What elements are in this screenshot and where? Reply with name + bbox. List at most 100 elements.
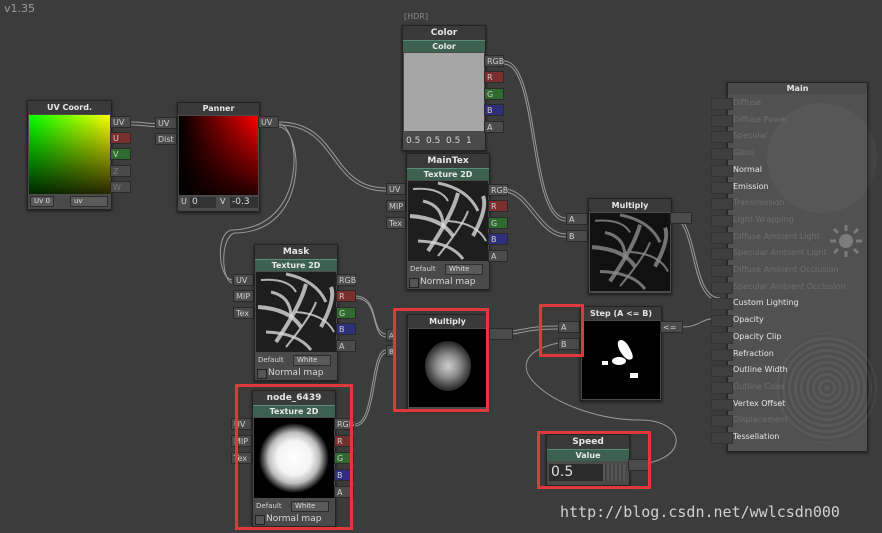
input-socket[interactable] (711, 381, 733, 394)
input-socket[interactable] (711, 432, 733, 444)
main-input-vertex-offset[interactable]: Vertex Offset (711, 397, 785, 411)
color-output-a[interactable]: A (484, 121, 504, 133)
main-input-specular-ambient-light[interactable]: Specular Ambient Light (711, 246, 827, 261)
color-r-value[interactable]: 0.5 (406, 136, 420, 146)
color-output-rgb[interactable]: RGB (484, 55, 504, 67)
main-input-transmission[interactable]: Transmission (711, 196, 785, 211)
color-a-value[interactable]: 1 (466, 136, 472, 146)
input-socket[interactable] (711, 331, 733, 344)
input-socket[interactable] (711, 198, 733, 211)
main-input-label: Diffuse (733, 98, 762, 107)
multiply-top-node[interactable]: Multiply (588, 198, 672, 294)
mask-node[interactable]: Mask Texture 2D Default White Normal map (254, 244, 338, 381)
uv-output-v[interactable]: V (110, 148, 131, 160)
input-socket[interactable] (711, 231, 733, 244)
panner-output-uv[interactable]: UV (258, 116, 279, 128)
mask-output-a[interactable]: A (336, 340, 356, 352)
maintex-input-mip[interactable]: MIP (386, 200, 406, 212)
main-input-diffuse-ambient-light[interactable]: Diffuse Ambient Light (711, 230, 820, 244)
color-output-g[interactable]: G (484, 88, 504, 100)
mask-output-b[interactable]: B (336, 323, 356, 335)
maintex-output-b[interactable]: B (488, 233, 508, 245)
main-input-diffuse-power[interactable]: Diffuse Power (711, 113, 788, 127)
main-input-custom-lighting[interactable]: Custom Lighting (711, 296, 799, 311)
uv-coord-node[interactable]: UV Coord. Uv 0 uv (27, 100, 112, 210)
input-socket[interactable] (711, 348, 733, 361)
uv-channel-dropdown[interactable]: Uv 0 (30, 196, 54, 207)
node-canvas[interactable]: v1.35 [HDR] UV Coord. Uv 0 uv UV U V Z W… (0, 0, 882, 533)
maintex-node[interactable]: MainTex Texture 2D Default White Normal … (406, 153, 490, 290)
mask-output-g[interactable]: G (336, 307, 356, 319)
step-node[interactable]: Step (A <= B) (580, 306, 662, 401)
main-input-tessellation[interactable]: Tessellation (711, 430, 779, 444)
main-input-gloss[interactable]: Gloss (711, 146, 755, 161)
input-socket[interactable] (711, 98, 733, 110)
multiply-top-input-b[interactable]: B (566, 230, 588, 242)
uv-output-z[interactable]: Z (110, 165, 131, 177)
uv-output-uv[interactable]: UV (110, 116, 131, 128)
mask-input-tex[interactable]: Tex (233, 307, 254, 319)
maintex-input-tex[interactable]: Tex (386, 217, 406, 229)
panner-u-field[interactable]: 0 (190, 197, 216, 208)
maintex-output-r[interactable]: R (488, 200, 508, 212)
color-swatch[interactable] (404, 53, 484, 131)
input-socket[interactable] (711, 298, 733, 311)
main-input-outline-width[interactable]: Outline Width (711, 363, 788, 378)
input-socket[interactable] (711, 415, 733, 428)
uv-type-dropdown[interactable]: uv (70, 196, 108, 207)
color-g-value[interactable]: 0.5 (426, 136, 440, 146)
main-input-diffuse-ambient-occlusion[interactable]: Diffuse Ambient Occlusion (711, 263, 839, 277)
input-socket[interactable] (711, 214, 733, 227)
color-output-r[interactable]: R (484, 71, 504, 83)
multiply-top-preview (590, 213, 670, 291)
main-input-light-wrapping[interactable]: Light Wrapping (711, 213, 794, 227)
multiply-top-input-a[interactable]: A (566, 213, 588, 225)
input-socket[interactable] (711, 181, 733, 194)
default-dropdown[interactable]: White (445, 264, 483, 275)
input-socket[interactable] (711, 114, 733, 127)
main-input-refraction[interactable]: Refraction (711, 347, 774, 361)
input-socket[interactable] (711, 164, 733, 177)
maintex-output-g[interactable]: G (488, 217, 508, 229)
multiply-mid-output[interactable] (489, 328, 513, 340)
step-output[interactable]: <= (660, 321, 683, 333)
normal-map-checkbox[interactable] (409, 278, 419, 288)
color-node[interactable]: Color Color 0.5 0.5 0.5 1 (402, 25, 486, 151)
mask-output-rgb[interactable]: RGB (336, 274, 356, 286)
normal-map-checkbox[interactable] (257, 369, 267, 379)
panner-node[interactable]: Panner U 0 V -0.3 (177, 102, 260, 212)
input-socket[interactable] (711, 148, 733, 161)
maintex-output-rgb[interactable]: RGB (488, 184, 508, 196)
panner-input-uv[interactable]: UV (155, 117, 177, 129)
main-input-normal[interactable]: Normal (711, 163, 762, 177)
color-b-value[interactable]: 0.5 (446, 136, 460, 146)
main-input-specular-ambient-occlusion[interactable]: Specular Ambient Occlusion (711, 280, 845, 294)
uv-output-u[interactable]: U (110, 132, 131, 144)
main-input-displacement[interactable]: Displacement (711, 413, 788, 428)
multiply-top-output[interactable] (670, 212, 692, 224)
input-socket[interactable] (711, 398, 733, 411)
uv-output-w[interactable]: W (110, 181, 131, 193)
panner-input-dist[interactable]: Dist (155, 133, 177, 145)
input-socket[interactable] (711, 281, 733, 294)
main-input-opacity[interactable]: Opacity (711, 313, 764, 328)
input-socket[interactable] (711, 248, 733, 261)
panner-v-field[interactable]: -0.3 (230, 197, 258, 208)
default-dropdown[interactable]: White (293, 355, 331, 366)
color-output-b[interactable]: B (484, 104, 504, 116)
input-socket[interactable] (711, 365, 733, 378)
main-input-opacity-clip[interactable]: Opacity Clip (711, 330, 781, 344)
main-input-specular[interactable]: Specular (711, 129, 768, 144)
input-socket[interactable] (711, 265, 733, 277)
main-input-diffuse[interactable]: Diffuse (711, 96, 762, 110)
input-socket[interactable] (711, 315, 733, 328)
main-input-outline-color[interactable]: Outline Color (711, 380, 785, 394)
main-input-emission[interactable]: Emission (711, 180, 769, 194)
maintex-output-a[interactable]: A (488, 250, 508, 262)
mask-input-mip[interactable]: MIP (233, 290, 254, 302)
input-socket[interactable] (711, 131, 733, 144)
mask-input-uv[interactable]: UV (233, 274, 254, 286)
mask-output-r[interactable]: R (336, 290, 356, 302)
maintex-input-uv[interactable]: UV (386, 183, 406, 195)
main-node[interactable]: Main Diffuse Diffuse Power Specular Gloss No… (711, 82, 877, 452)
